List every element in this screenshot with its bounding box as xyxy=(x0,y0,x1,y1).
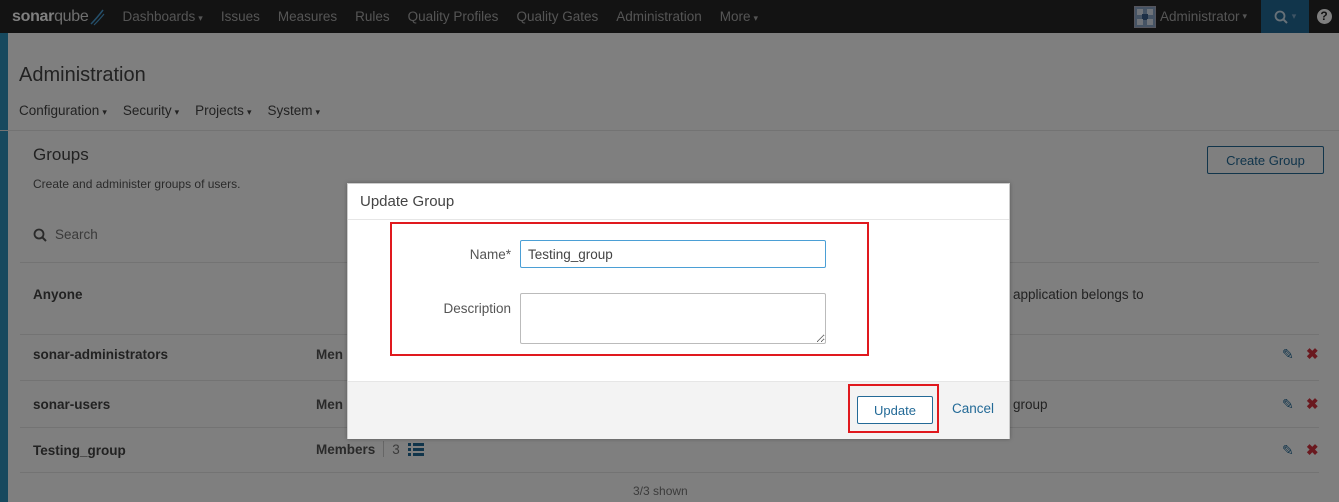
highlight-form-box xyxy=(390,222,869,356)
cancel-link[interactable]: Cancel xyxy=(952,401,994,416)
modal-title: Update Group xyxy=(360,193,455,210)
modal-header: Update Group xyxy=(348,184,1009,220)
highlight-update-box xyxy=(848,384,939,433)
